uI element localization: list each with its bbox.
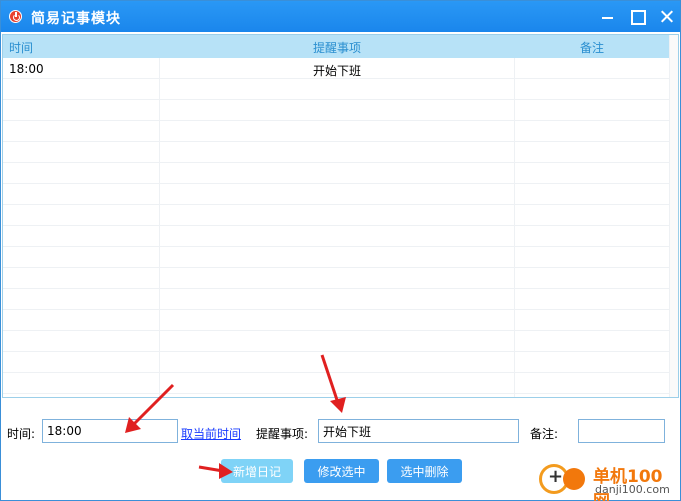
cell-time: 18:00 xyxy=(9,62,44,76)
watermark: 单机100网 danji100.com xyxy=(539,462,679,501)
minimize-button[interactable] xyxy=(591,1,623,32)
empty-row xyxy=(3,121,671,142)
red-arrow-icon xyxy=(198,463,233,479)
maximize-button[interactable] xyxy=(621,1,653,32)
column-divider xyxy=(514,58,515,397)
empty-row xyxy=(3,100,671,121)
empty-row xyxy=(3,331,671,352)
empty-row xyxy=(3,79,671,100)
red-arrow-icon xyxy=(125,383,175,433)
table-row[interactable]: 18:00 开始下班 xyxy=(3,58,671,79)
empty-row xyxy=(3,247,671,268)
red-arrow-icon xyxy=(320,354,346,413)
title-bar[interactable]: 简易记事模块 xyxy=(1,1,680,32)
empty-row xyxy=(3,205,671,226)
current-time-link[interactable]: 取当前时间 xyxy=(181,425,241,442)
item-input[interactable] xyxy=(318,419,519,443)
column-header-time[interactable]: 时间 xyxy=(9,39,33,56)
modify-selected-button[interactable]: 修改选中 xyxy=(304,459,379,483)
app-window: 简易记事模块 时间 提醒事项 备注 18:00 开始下班 时间: 18:00 取… xyxy=(0,0,681,501)
column-divider xyxy=(159,58,160,397)
close-button[interactable] xyxy=(651,1,681,32)
note-input[interactable] xyxy=(578,419,665,443)
item-label: 提醒事项: xyxy=(256,427,309,441)
cell-item: 开始下班 xyxy=(313,64,362,78)
empty-row xyxy=(3,289,671,310)
empty-row xyxy=(3,226,671,247)
watermark-url: danji100.com xyxy=(595,483,670,496)
empty-row xyxy=(3,163,671,184)
window-title: 简易记事模块 xyxy=(31,11,121,27)
vertical-scrollbar[interactable] xyxy=(669,35,678,397)
table-header: 时间 提醒事项 备注 xyxy=(3,35,671,58)
table-body: 18:00 开始下班 xyxy=(3,58,671,394)
column-header-note[interactable]: 备注 xyxy=(580,39,604,56)
power-icon xyxy=(9,10,22,23)
circle-logo-icon xyxy=(563,468,585,490)
column-header-item[interactable]: 提醒事项 xyxy=(313,39,361,56)
notes-table[interactable]: 时间 提醒事项 备注 18:00 开始下班 xyxy=(2,34,679,398)
note-label: 备注: xyxy=(530,427,559,441)
time-label: 时间: xyxy=(7,427,36,441)
empty-row xyxy=(3,184,671,205)
empty-row xyxy=(3,142,671,163)
empty-row xyxy=(3,310,671,331)
empty-row xyxy=(3,268,671,289)
delete-selected-button[interactable]: 选中删除 xyxy=(387,459,462,483)
